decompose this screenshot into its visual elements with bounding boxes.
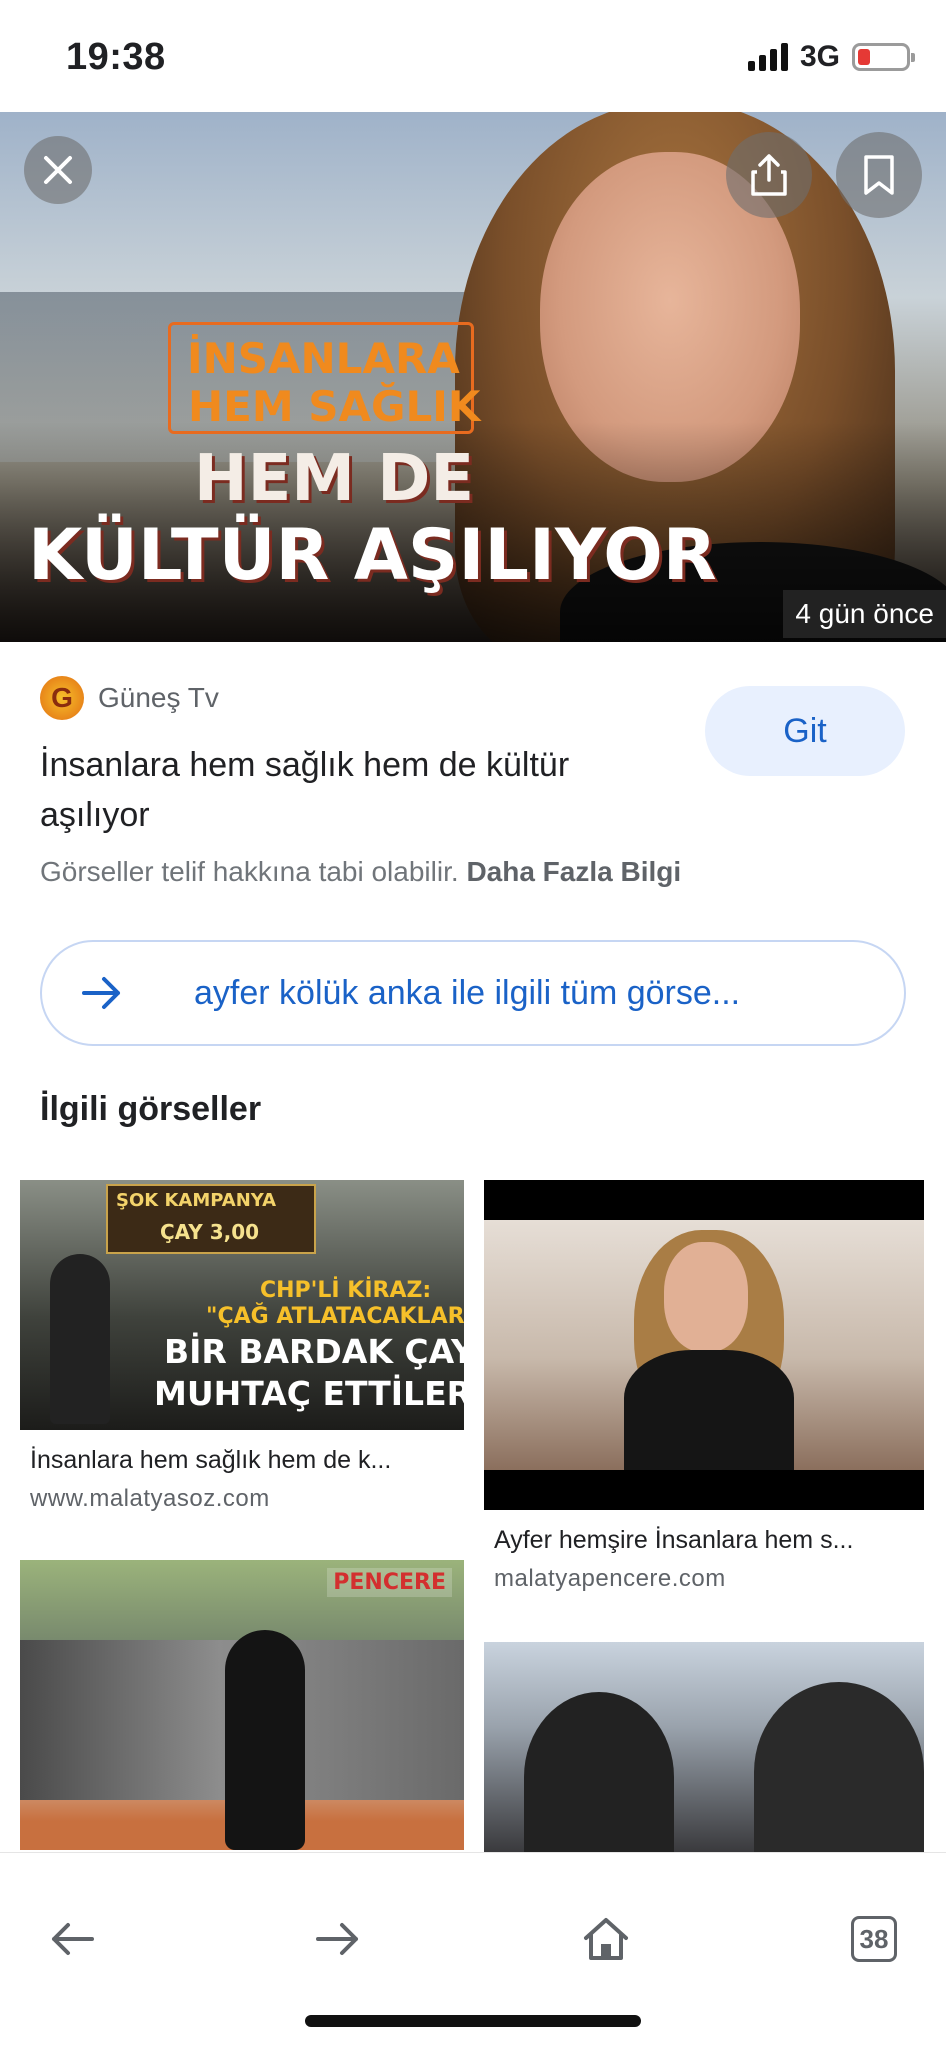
thumb-person-face [664,1242,748,1352]
related-thumbnail: PENCERE [20,1560,464,1850]
arrow-right-icon [82,977,120,1009]
related-image-card[interactable]: ŞOK KAMPANYA ÇAY 3,00 CHP'Lİ KİRAZ: "ÇAĞ… [20,1180,464,1513]
share-icon [751,154,787,196]
battery-icon [852,43,915,71]
time-badge: 4 gün önce [783,590,946,638]
forward-arrow-icon [316,1923,358,1955]
related-thumbnail: ŞOK KAMPANYA ÇAY 3,00 CHP'Lİ KİRAZ: "ÇAĞ… [20,1180,464,1430]
back-arrow-icon [52,1923,94,1955]
related-images-title: İlgili görseller [40,1090,262,1128]
share-button[interactable] [726,132,812,218]
home-button[interactable] [576,1909,636,1969]
related-caption: İnsanlara hem sağlık hem de k... [30,1446,392,1474]
related-image-card[interactable] [484,1642,924,1852]
related-image-card[interactable]: PENCERE [20,1560,464,1850]
home-icon [584,1918,628,1960]
thumb-headline-4: MUHTAÇ ETTİLER" [154,1374,464,1413]
thumb-sign-text: ŞOK KAMPANYA [116,1190,277,1211]
network-type: 3G [799,40,840,73]
related-thumbnail [484,1642,924,1852]
related-domain: malatyapencere.com [494,1565,726,1592]
thumb-person [225,1630,305,1850]
source-row[interactable]: G Güneş Tv [40,676,219,720]
tabs-button[interactable]: 38 [844,1909,904,1969]
close-icon [44,156,72,184]
related-domain: www.malatyasoz.com [30,1485,270,1512]
forward-button[interactable] [308,1909,368,1969]
thumb-person [50,1254,110,1424]
thumb-logo: PENCERE [327,1568,452,1597]
thumb-sign-text-2: ÇAY 3,00 [160,1220,260,1244]
result-title[interactable]: İnsanlara hem sağlık hem de kültür aşılı… [40,740,670,840]
learn-more-link[interactable]: Daha Fazla Bilgi [466,856,681,887]
thumb-headline-3: BİR BARDAK ÇAYA [164,1332,464,1371]
signal-icon [747,43,788,71]
thumb-headline-2: "ÇAĞ ATLATACAKLARDI [206,1304,464,1329]
related-image-card[interactable]: Ayfer hemşire İnsanlara hem s... malatya… [484,1180,924,1593]
status-time: 19:38 [66,36,166,78]
all-images-search-button[interactable]: ayfer kölük anka ile ilgili tüm görse... [40,940,906,1046]
copyright-text: Görseller telif hakkına tabi olabilir. [40,856,459,887]
status-bar: 19:38 3G [0,0,946,112]
source-logo: G [40,676,84,720]
hero-headline-line2: HEM SAĞLIK [188,382,481,431]
visit-button[interactable]: Git [705,686,905,776]
thumb-headline-1: CHP'Lİ KİRAZ: [260,1278,432,1303]
hero-headline-line1: İNSANLARA [187,334,460,383]
bookmark-button[interactable] [836,132,922,218]
related-caption: Ayfer hemşire İnsanlara hem s... [494,1526,854,1554]
tabs-icon: 38 [851,1916,897,1962]
thumb-person [754,1682,924,1852]
source-name: Güneş Tv [98,682,219,713]
copyright-notice: Görseller telif hakkına tabi olabilir. D… [40,856,681,888]
related-thumbnail [484,1180,924,1510]
hero-headline-line4: KÜLTÜR AŞILIYOR [28,514,717,596]
all-images-search-label: ayfer kölük anka ile ilgili tüm görse... [194,973,741,1012]
hero-headline-line3: HEM DE [194,442,475,516]
thumb-person-dress [624,1350,794,1470]
close-button[interactable] [24,136,92,204]
bookmark-icon [864,155,894,195]
battery-level [858,49,870,65]
back-button[interactable] [42,1909,102,1969]
home-indicator [305,2015,641,2027]
bottom-toolbar: 38 [0,1852,946,2048]
thumb-person [524,1692,674,1852]
status-indicators: 3G [747,40,915,74]
